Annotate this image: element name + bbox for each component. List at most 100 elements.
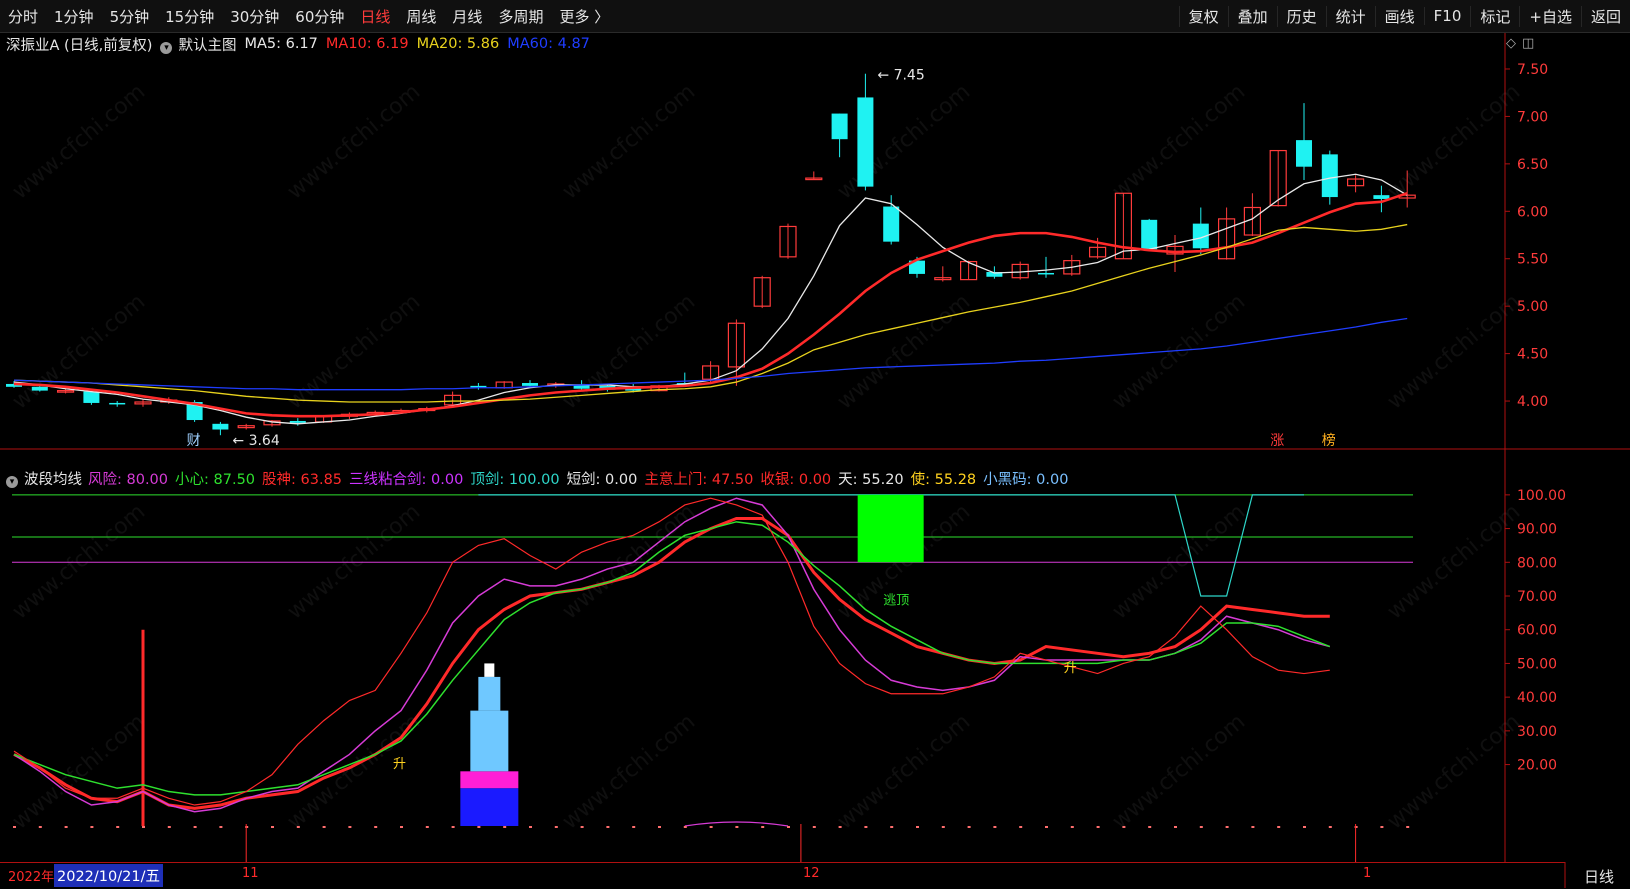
candle-body xyxy=(857,97,874,187)
signal-marker: 升 xyxy=(393,757,406,772)
baseline-dot xyxy=(1303,826,1306,828)
diamond-icon[interactable]: ◇ xyxy=(1506,36,1516,51)
chart-canvas[interactable]: www.cfchi.com www.cfchi.com www.cfchi.com w… xyxy=(0,0,1630,888)
indicator-tick-label: 20.00 xyxy=(1517,758,1557,774)
small-arc xyxy=(684,821,789,827)
indicator-tick-label: 30.00 xyxy=(1517,724,1557,740)
baseline-dot xyxy=(787,826,790,828)
hist-block-magenta xyxy=(460,771,519,789)
indicator-selector[interactable]: ▾ 波段均线 xyxy=(6,468,82,489)
watermark-text: www.cfchi.com xyxy=(833,79,975,204)
indicator-tick-label: 60.00 xyxy=(1517,623,1557,639)
baseline-dot xyxy=(1045,826,1048,828)
panel-toggle-icon[interactable]: ◫ xyxy=(1522,36,1534,51)
baseline-dot xyxy=(735,826,739,828)
chevron-down-icon[interactable]: ▾ xyxy=(160,41,173,54)
baseline-dot xyxy=(916,826,919,828)
main-chart-label: 默认主图 xyxy=(178,37,237,54)
ma-value: MA10: 6.19 xyxy=(325,36,409,52)
chart-corner-controls: ◇ ◫ xyxy=(1500,36,1534,51)
watermark-text: www.cfchi.com xyxy=(1383,709,1525,834)
baseline-dot xyxy=(1174,826,1177,828)
baseline-dot xyxy=(1277,826,1281,828)
baseline-dot xyxy=(90,826,94,828)
main-chart-legend: 深振业A (日线,前复权) ▾ 默认主图 MA5: 6.17 MA10: 6.19 M… xyxy=(6,34,598,54)
baseline-dot xyxy=(864,826,868,828)
watermark-text: www.cfchi.com xyxy=(833,289,975,414)
baseline-dot xyxy=(761,826,765,828)
price-extreme-label: ← 7.45 xyxy=(877,68,924,84)
baseline-dot xyxy=(348,826,352,828)
hist-block-skyblue xyxy=(478,676,501,711)
month-label-dec: 12 xyxy=(803,866,820,881)
indicator-tick-label: 90.00 xyxy=(1517,522,1557,538)
baseline-dot xyxy=(296,826,300,828)
candle-body xyxy=(522,383,538,386)
event-marker: 财 xyxy=(187,433,201,449)
watermark-text: www.cfchi.com xyxy=(283,709,425,834)
watermark-text: www.cfchi.com xyxy=(283,79,425,204)
baseline-dot xyxy=(838,826,842,828)
indicator-series-line xyxy=(13,521,1331,796)
baseline-dot xyxy=(193,826,197,828)
indicator-tick-label: 40.00 xyxy=(1517,690,1557,706)
baseline-dot xyxy=(709,826,713,828)
candle-body xyxy=(883,206,900,242)
period-indicator[interactable]: 日线 xyxy=(1568,866,1630,887)
indicator-value: 主意上门: 47.50 xyxy=(644,471,754,488)
baseline-dot xyxy=(606,826,610,828)
candle-body xyxy=(83,391,100,403)
watermark-text: www.cfchi.com xyxy=(8,289,150,414)
hist-block-skyblue xyxy=(470,710,509,772)
baseline-dot xyxy=(941,826,945,828)
indicator-value: 收银: 0.00 xyxy=(760,471,832,488)
baseline-dot xyxy=(632,826,636,828)
indicator-value: 小心: 87.50 xyxy=(175,471,256,488)
watermark-text: www.cfchi.com xyxy=(558,709,700,834)
baseline-dot xyxy=(167,826,171,828)
baseline-dot xyxy=(1070,826,1074,828)
main-chart-selector[interactable]: ▾ 默认主图 xyxy=(160,34,236,55)
watermark-text: www.cfchi.com xyxy=(8,79,150,204)
indicator-legend: ▾ 波段均线 风险: 80.00 小心: 87.50 股神: 63.85 三线粘合剑: … xyxy=(6,468,1074,488)
baseline-dot xyxy=(529,826,532,828)
indicator-tick-label: 70.00 xyxy=(1517,589,1557,605)
baseline-dot xyxy=(1225,826,1229,828)
price-tick-label: 4.00 xyxy=(1517,394,1548,410)
indicator-value: 风险: 80.00 xyxy=(88,471,169,488)
indicator-value: 股神: 63.85 xyxy=(262,471,343,488)
baseline-dot xyxy=(1251,826,1255,828)
date-axis-year: 2022年 xyxy=(8,870,55,885)
price-tick-label: 7.00 xyxy=(1517,109,1548,125)
month-label-jan: 1 xyxy=(1363,866,1372,881)
candle-body xyxy=(1321,154,1338,198)
baseline-dot xyxy=(890,826,894,828)
baseline-dot xyxy=(812,826,816,828)
watermark-text: www.cfchi.com xyxy=(1383,289,1525,414)
candle-body xyxy=(289,420,306,423)
baseline-dot xyxy=(1122,826,1126,828)
ma-value: MA60: 4.87 xyxy=(507,36,590,52)
price-extreme-label: ← 3.64 xyxy=(232,433,279,449)
price-tick-label: 6.50 xyxy=(1517,157,1548,173)
stock-title[interactable]: 深振业A (日线,前复权) xyxy=(6,34,152,55)
baseline-dot xyxy=(13,826,16,828)
baseline-dot xyxy=(1380,826,1384,828)
baseline-dot xyxy=(400,826,403,828)
indicator-tick-label: 80.00 xyxy=(1517,555,1557,571)
baseline-dot xyxy=(219,826,223,828)
candle-body xyxy=(109,402,126,405)
baseline-dot xyxy=(142,826,145,828)
candle-body xyxy=(1373,195,1390,199)
ma-value: MA20: 5.86 xyxy=(416,36,500,52)
event-marker: 涨 xyxy=(1270,433,1284,449)
escape-top-block xyxy=(857,494,924,563)
signal-marker: 升 xyxy=(1064,661,1077,676)
indicator-value: 天: 55.20 xyxy=(838,471,904,488)
hist-block-blue xyxy=(460,788,519,826)
baseline-dot xyxy=(38,826,42,828)
chevron-down-icon[interactable]: ▾ xyxy=(6,475,18,488)
candle-body xyxy=(212,423,229,430)
indicator-tick-label: 100.00 xyxy=(1517,488,1566,504)
cursor-date-label: 2022/10/21/五 xyxy=(54,864,163,887)
